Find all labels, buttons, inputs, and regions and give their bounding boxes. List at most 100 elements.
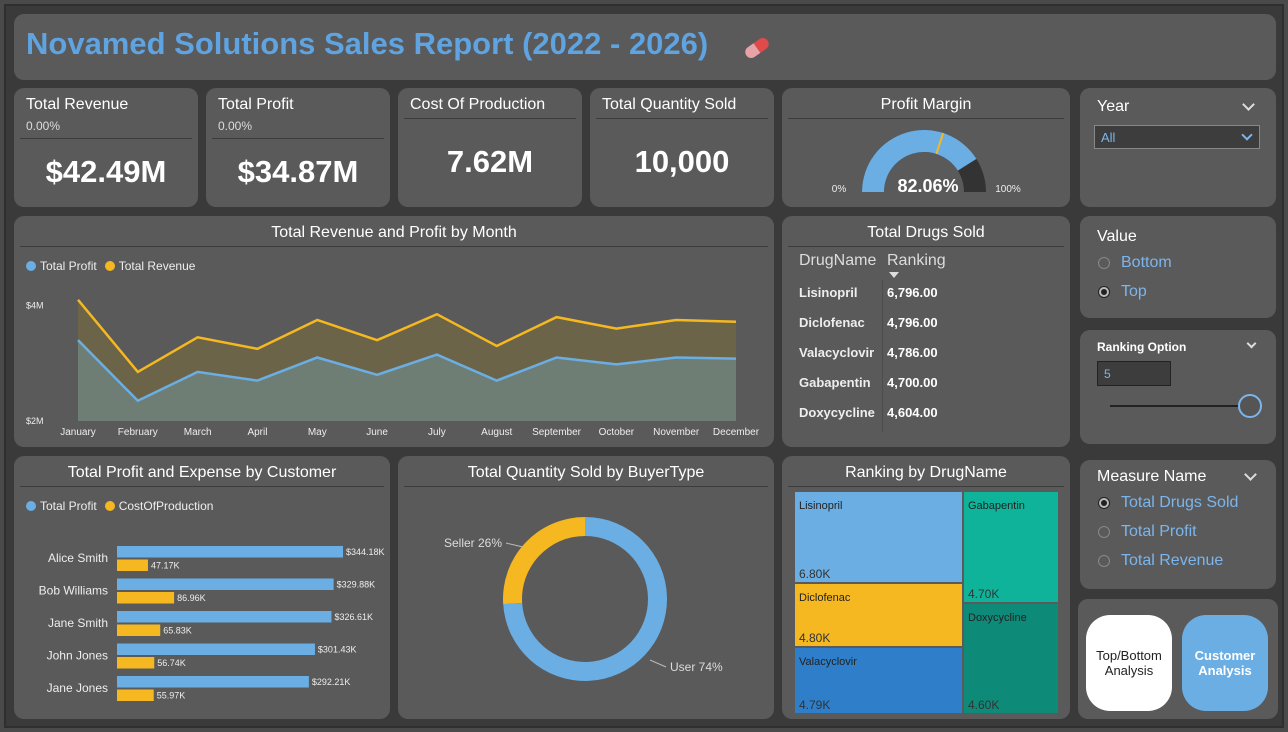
drugs-table-card: Total Drugs Sold DrugName Ranking Lisino…	[782, 216, 1070, 447]
gauge-value-label: 82.06%	[897, 176, 958, 196]
bar-total-profit	[117, 643, 315, 655]
gauge-max-label: 100%	[995, 184, 1021, 195]
measure-slicer-label: Measure Name	[1097, 468, 1207, 485]
pill-icon	[742, 35, 772, 61]
table-header-drugname[interactable]: DrugName	[799, 252, 876, 270]
radio-label: Total Profit	[1121, 523, 1197, 540]
x-tick-label: March	[184, 427, 212, 438]
leader-line	[505, 542, 524, 548]
treemap-value: 6.80K	[799, 567, 830, 581]
table-row[interactable]: Doxycycline 4,604.00	[798, 400, 1062, 430]
x-tick-label: October	[599, 427, 635, 438]
data-label: $344.18K	[346, 547, 385, 557]
y-tick-label: John Jones	[47, 649, 108, 663]
customer-analysis-button[interactable]: Customer Analysis	[1182, 615, 1268, 711]
kpi-value: 7.62M	[446, 144, 534, 179]
button-label: Customer Analysis	[1194, 648, 1256, 678]
radio-button[interactable]	[1098, 555, 1110, 567]
treemap-label: Diclofenac	[799, 592, 851, 604]
data-label: $301.43K	[318, 645, 357, 655]
radio-button[interactable]	[1098, 497, 1110, 509]
y-tick-label: Bob Williams	[39, 584, 108, 598]
data-label: $326.61K	[334, 612, 373, 622]
measure-option[interactable]: Total Revenue	[1098, 552, 1223, 570]
donut-slice	[503, 517, 585, 605]
kpi-total-revenue: Total Revenue 0.00% $42.49M	[14, 88, 198, 207]
bar-total-profit	[117, 611, 332, 623]
bar-cost-of-production	[117, 559, 148, 571]
chevron-down-icon[interactable]	[1246, 338, 1257, 349]
kpi-cost-of-production: Cost Of Production 7.62M	[398, 88, 582, 207]
x-tick-label: December	[713, 427, 760, 438]
table-cell-value: 4,604.00	[887, 405, 938, 420]
chevron-down-icon	[1241, 129, 1253, 141]
y-tick-label: Alice Smith	[48, 551, 108, 565]
kpi-value: 10,000	[634, 144, 730, 179]
ranking-slider-thumb[interactable]	[1238, 394, 1262, 418]
treemap-label: Doxycycline	[968, 612, 1027, 624]
ranking-treemap-card: Ranking by DrugName Lisinopril 6.80K Gabap…	[782, 456, 1070, 719]
table-row[interactable]: Lisinopril 6,796.00	[798, 280, 1062, 310]
kpi-total-quantity-sold: Total Quantity Sold 10,000	[590, 88, 774, 207]
y-tick-label: $2M	[26, 416, 44, 426]
table-row[interactable]: Gabapentin 4,700.00	[798, 370, 1062, 400]
value-option-bottom[interactable]: Bottom	[1098, 254, 1172, 272]
table-cell-name: Lisinopril	[799, 285, 858, 300]
x-tick-label: August	[481, 427, 512, 438]
x-tick-label: May	[308, 427, 327, 438]
radio-button[interactable]	[1098, 526, 1110, 538]
data-label: $292.21K	[312, 677, 351, 687]
year-dropdown[interactable]: All	[1094, 125, 1260, 149]
treemap-value: 4.80K	[799, 631, 830, 645]
x-tick-label: June	[366, 427, 388, 438]
x-tick-label: February	[118, 427, 158, 438]
page-title: Novamed Solutions Sales Report (2022 - 2…	[26, 26, 709, 61]
measure-option[interactable]: Total Profit	[1098, 523, 1197, 541]
measure-option[interactable]: Total Drugs Sold	[1098, 494, 1238, 512]
ranking-slider-track[interactable]	[1110, 405, 1250, 407]
data-label: 56.74K	[157, 658, 186, 668]
measure-slicer: Measure Name Total Drugs Sold Total Prof…	[1080, 460, 1276, 589]
table-cell-name: Valacyclovir	[799, 345, 875, 360]
kpi-value: $34.87M	[237, 154, 359, 189]
kpi-change: 0.00%	[26, 119, 61, 133]
radio-button[interactable]	[1098, 257, 1110, 269]
revenue-profit-area-chart: $2M $4M January February March April May June Ju…	[26, 298, 760, 438]
ranking-value-input[interactable]: 5	[1097, 361, 1171, 386]
chevron-down-icon[interactable]	[1242, 98, 1255, 111]
button-label: Top/Bottom Analysis	[1096, 648, 1162, 678]
bar-total-profit	[117, 578, 334, 590]
kpi-label: Total Revenue	[26, 96, 129, 113]
table-cell-value: 6,796.00	[887, 285, 938, 300]
x-tick-label: September	[532, 427, 582, 438]
data-label: 55.97K	[157, 691, 186, 701]
y-tick-label: $4M	[26, 301, 44, 311]
value-slicer-label: Value	[1097, 228, 1137, 245]
treemap-value: 4.70K	[968, 587, 999, 601]
gauge-min-label: 0%	[832, 184, 847, 195]
value-option-top[interactable]: Top	[1098, 283, 1147, 301]
value-slicer: Value Bottom Top	[1080, 216, 1276, 318]
table-row[interactable]: Diclofenac 4,796.00	[798, 310, 1062, 340]
sort-desc-icon	[889, 272, 899, 278]
chevron-down-icon[interactable]	[1244, 468, 1257, 481]
dashboard-frame: Novamed Solutions Sales Report (2022 - 2…	[4, 4, 1284, 728]
kpi-total-profit: Total Profit 0.00% $34.87M	[206, 88, 390, 207]
data-label: 86.96K	[177, 593, 206, 603]
table-row[interactable]: Valacyclovir 4,786.00	[798, 340, 1062, 370]
kpi-value: $42.49M	[45, 154, 167, 189]
data-label: 65.83K	[163, 626, 192, 636]
bar-cost-of-production	[117, 689, 154, 701]
x-tick-label: April	[247, 427, 267, 438]
table-header-ranking[interactable]: Ranking	[887, 252, 946, 270]
kpi-label: Cost Of Production	[410, 96, 546, 113]
top-bottom-analysis-button[interactable]: Top/Bottom Analysis	[1086, 615, 1172, 711]
ranking-treemap: Lisinopril 6.80K Gabapentin 4.70K Diclofenac…	[795, 492, 1058, 713]
radio-button[interactable]	[1098, 286, 1110, 298]
header: Novamed Solutions Sales Report (2022 - 2…	[14, 14, 1276, 80]
treemap-label: Gabapentin	[968, 500, 1025, 512]
y-tick-label: Jane Jones	[47, 681, 108, 695]
treemap-value: 4.60K	[968, 698, 999, 712]
ranking-option-label: Ranking Option	[1097, 340, 1187, 354]
treemap-value: 4.79K	[799, 698, 830, 712]
